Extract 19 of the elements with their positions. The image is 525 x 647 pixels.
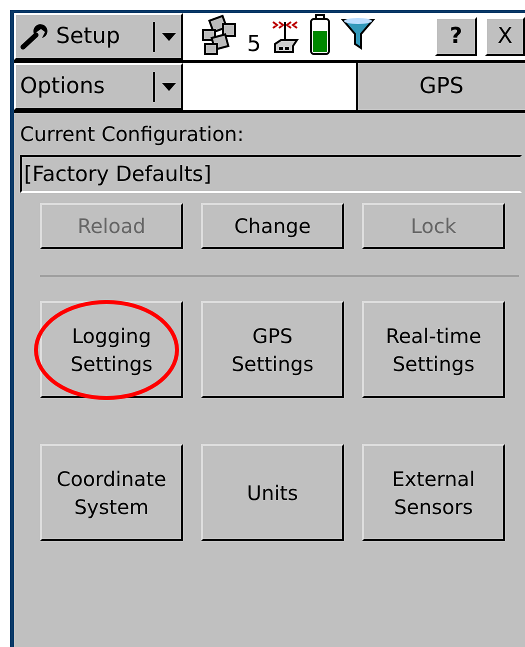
satellite-count: 5: [247, 34, 261, 56]
caret-icon: [161, 32, 177, 42]
caret-icon: [161, 82, 177, 92]
config-button[interactable]: Change: [201, 203, 344, 249]
settings-button[interactable]: GPS Settings: [201, 301, 344, 398]
configuration-field[interactable]: [Factory Defaults]: [20, 155, 522, 193]
section-title: GPS: [356, 63, 525, 110]
help-button[interactable]: ?: [435, 17, 477, 56]
settings-button[interactable]: Units: [201, 444, 344, 541]
setup-menu-button[interactable]: Setup: [14, 13, 183, 60]
options-menu-button[interactable]: Options: [14, 63, 183, 110]
settings-button[interactable]: Real-time Settings: [362, 301, 505, 398]
settings-button[interactable]: External Sensors: [362, 444, 505, 541]
satellite-icon[interactable]: [201, 14, 237, 56]
field-label: Current Configuration:: [20, 121, 245, 147]
settings-button[interactable]: Coordinate System: [40, 444, 183, 541]
wrench-icon: [20, 22, 50, 50]
close-button[interactable]: X: [485, 17, 525, 56]
battery-icon[interactable]: [309, 14, 331, 56]
